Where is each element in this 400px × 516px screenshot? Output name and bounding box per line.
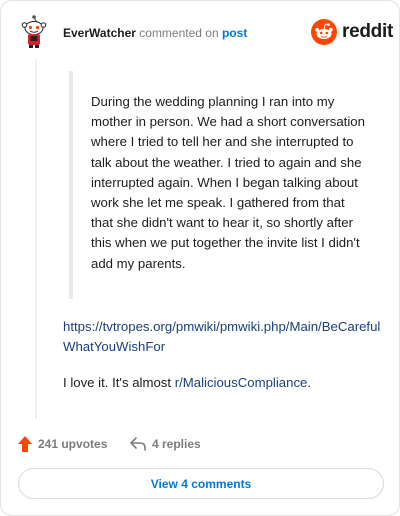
- replies-button[interactable]: 4 replies: [130, 435, 201, 453]
- comment-text-after: .: [307, 375, 312, 390]
- post-link[interactable]: post: [222, 26, 247, 40]
- thread-line[interactable]: [35, 59, 37, 419]
- comment-text: I love it. It's almost r/MaliciousCompli…: [63, 373, 383, 393]
- comment-actions: 241 upvotes 4 replies: [18, 433, 388, 455]
- replies-count: 4 replies: [152, 437, 201, 451]
- upvote-count: 241 upvotes: [38, 437, 108, 451]
- author-line: EverWatcher commented on post: [63, 26, 247, 40]
- quote-text: During the wedding planning I ran into m…: [91, 94, 365, 271]
- subreddit-link[interactable]: r/MaliciousCompliance: [175, 375, 308, 390]
- upvote-button[interactable]: 241 upvotes: [18, 435, 107, 453]
- reply-arrow-icon: [130, 437, 146, 451]
- user-avatar[interactable]: [19, 15, 49, 49]
- author-name[interactable]: EverWatcher: [63, 26, 136, 40]
- upvote-arrow-icon: [18, 436, 32, 452]
- view-comments-button[interactable]: View 4 comments: [18, 468, 384, 499]
- comment-embed-card: EverWatcher commented on post reddit Dur…: [0, 0, 400, 516]
- author-action: commented on: [139, 26, 219, 40]
- comment-header: EverWatcher commented on post reddit: [19, 15, 393, 51]
- link-paragraph: https://tvtropes.org/pmwiki/pmwiki.php/M…: [63, 317, 383, 357]
- comment-text-before: I love it. It's almost: [63, 375, 175, 390]
- reddit-wordmark: reddit: [342, 21, 393, 42]
- blockquote: During the wedding planning I ran into m…: [69, 71, 369, 299]
- tvtropes-link[interactable]: https://tvtropes.org/pmwiki/pmwiki.php/M…: [63, 319, 380, 354]
- reddit-alien-icon: [311, 19, 337, 45]
- snoo-avatar-icon: [21, 15, 47, 48]
- reddit-logo[interactable]: reddit: [311, 19, 393, 45]
